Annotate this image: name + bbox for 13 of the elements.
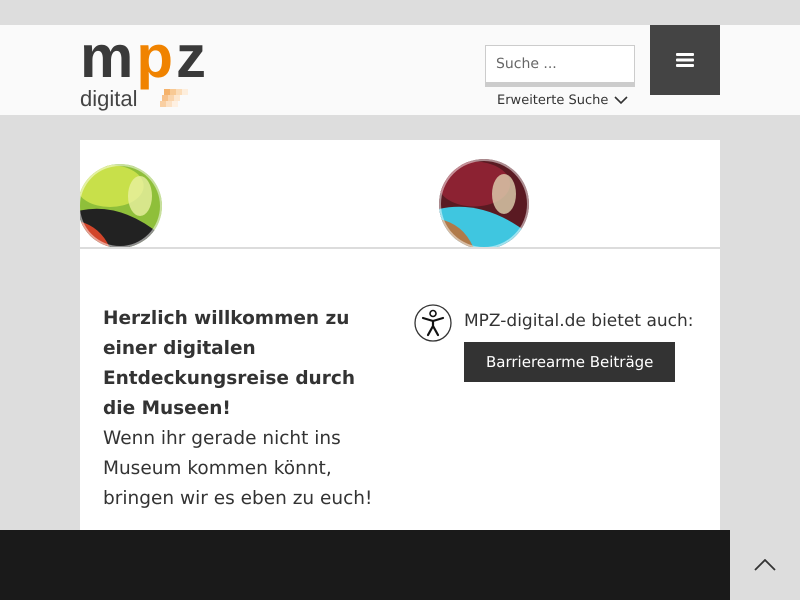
menu-button[interactable] (650, 25, 720, 95)
chevron-up-icon (754, 559, 776, 571)
menu-icon (676, 53, 694, 67)
advanced-search-link[interactable]: Erweiterte Suche (497, 93, 628, 108)
welcome-text: Wenn ihr gerade nicht ins Museum kommen könnt, bringen wir es eben zu euch! (103, 427, 374, 511)
search-field[interactable]: Suche ... (485, 45, 635, 87)
accessibility-icon (414, 304, 452, 342)
accessibility-text: MPZ-digital.de bietet auch: (464, 310, 694, 333)
accessible-posts-button[interactable]: Barrierearme Beiträge (464, 342, 676, 382)
logo-wordmark[interactable]: mpz (80, 27, 210, 87)
chevron-down-icon (614, 96, 628, 105)
welcome-heading: Herzlich willkommen zu einer digitalen Entdeckungsreise durch die Museen! (103, 307, 356, 421)
logo-tagline: digital (80, 87, 138, 111)
